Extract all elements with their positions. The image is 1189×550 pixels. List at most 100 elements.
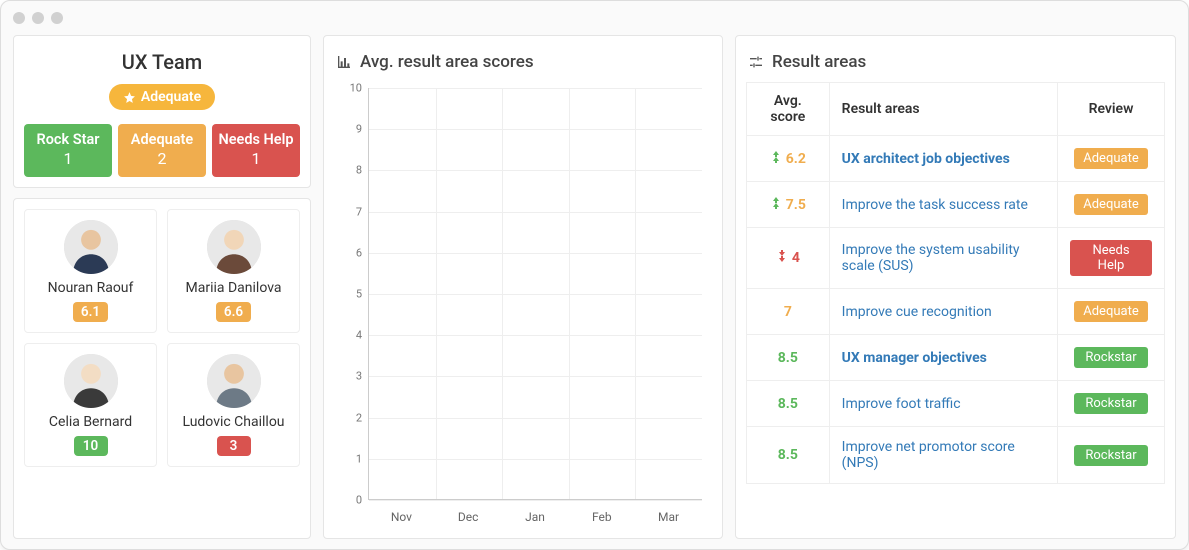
stat-label: Rock Star [28, 131, 108, 149]
review-badge: Rockstar [1074, 393, 1148, 414]
chart-area: NovDecJanFebMar 012345678910 [334, 82, 712, 528]
chart-y-tick: 5 [334, 288, 362, 301]
person-card[interactable]: Mariia Danilova 6.6 [167, 209, 300, 333]
review-badge: Needs Help [1070, 240, 1152, 276]
cell-avg-score: 8.5 [747, 427, 830, 484]
review-badge: Adequate [1074, 301, 1148, 322]
person-card[interactable]: Ludovic Chaillou3 [167, 343, 300, 467]
stat-box[interactable]: Adequate2 [118, 124, 206, 177]
team-status-label: Adequate [141, 89, 201, 105]
cell-result-area: Improve cue recognition [829, 289, 1057, 335]
cell-result-area: Improve foot traffic [829, 381, 1057, 427]
chart-y-tick: 3 [334, 370, 362, 383]
person-name: Ludovic Chaillou [182, 414, 284, 430]
middle-column: Avg. result area scores NovDecJanFebMar … [323, 35, 723, 539]
team-members-card: Nouran Raouf6.1 Mariia Danilova 6.6 Celia B… [13, 198, 311, 539]
window-control-close[interactable] [13, 12, 25, 24]
cell-review: Rockstar [1058, 335, 1165, 381]
chart-y-tick: 4 [334, 329, 362, 342]
result-area-link[interactable]: UX manager objectives [842, 350, 987, 366]
score-value: 4 [792, 250, 800, 266]
chart-bars [368, 88, 702, 500]
result-area-link[interactable]: Improve the task success rate [842, 197, 1028, 213]
stat-count: 1 [28, 149, 108, 169]
cell-review: Needs Help [1058, 228, 1165, 289]
avatar [64, 354, 118, 408]
left-column: UX Team Adequate Rock Star1Adequate2Need… [13, 35, 311, 539]
chart-y-tick: 2 [334, 411, 362, 424]
col-header-score[interactable]: Avg. score [747, 83, 830, 136]
result-area-link[interactable]: UX architect job objectives [842, 151, 1010, 167]
chart-x-tick: Dec [435, 510, 502, 524]
chart-x-tick: Mar [635, 510, 702, 524]
review-badge: Rockstar [1074, 445, 1148, 466]
avatar [64, 220, 118, 274]
team-summary-card: UX Team Adequate Rock Star1Adequate2Need… [13, 35, 311, 188]
score-value: 8.5 [778, 350, 798, 366]
result-area-link[interactable]: Improve foot traffic [842, 396, 961, 412]
trend-up-icon [770, 151, 782, 167]
team-members-grid: Nouran Raouf6.1 Mariia Danilova 6.6 Celia B… [24, 209, 300, 467]
col-header-review[interactable]: Review [1058, 83, 1165, 136]
score-value: 7 [784, 304, 792, 320]
chart-panel-title: Avg. result area scores [334, 46, 712, 82]
table-row: 7.5 Improve the task success rate Adequate [747, 182, 1165, 228]
cell-result-area: Improve the system usability scale (SUS) [829, 228, 1057, 289]
chart-title-text: Avg. result area scores [360, 52, 534, 72]
person-card[interactable]: Celia Bernard 10 [24, 343, 157, 467]
table-row: 7 Improve cue recognition Adequate [747, 289, 1165, 335]
person-score-badge: 6.6 [216, 302, 251, 322]
stat-box[interactable]: Rock Star1 [24, 124, 112, 177]
person-score-badge: 6.1 [73, 302, 108, 322]
review-badge: Rockstar [1074, 347, 1148, 368]
table-row: 4 Improve the system usability scale (SUS… [747, 228, 1165, 289]
chart-y-tick: 9 [334, 123, 362, 136]
chart-x-tick: Nov [368, 510, 435, 524]
person-score-badge: 10 [74, 436, 108, 456]
chart-x-labels: NovDecJanFebMar [368, 510, 702, 524]
window-control-minimize[interactable] [32, 12, 44, 24]
col-header-area[interactable]: Result areas [829, 83, 1057, 136]
result-areas-table-wrap: Avg. score Result areas Review 6.2 UX arc… [746, 82, 1165, 528]
cell-avg-score: 8.5 [747, 381, 830, 427]
table-header-row: Avg. score Result areas Review [747, 83, 1165, 136]
score-value: 8.5 [778, 447, 798, 463]
cell-result-area: Improve the task success rate [829, 182, 1057, 228]
cell-review: Rockstar [1058, 427, 1165, 484]
chart-y-tick: 6 [334, 246, 362, 259]
cell-result-area: Improve net promotor score (NPS) [829, 427, 1057, 484]
result-area-link[interactable]: Improve net promotor score (NPS) [842, 439, 1015, 471]
table-row: 6.2 UX architect job objectives Adequate [747, 136, 1165, 182]
chart-y-tick: 8 [334, 164, 362, 177]
result-area-link[interactable]: Improve cue recognition [842, 304, 992, 320]
person-name: Mariia Danilova [186, 280, 282, 296]
team-title: UX Team [24, 50, 300, 74]
score-value: 6.2 [786, 151, 806, 167]
person-name: Celia Bernard [49, 414, 132, 430]
trend-up-icon [770, 197, 782, 213]
result-area-link[interactable]: Improve the system usability scale (SUS) [842, 242, 1020, 274]
cell-avg-score: 6.2 [747, 136, 830, 182]
stat-box[interactable]: Needs Help1 [212, 124, 300, 177]
app-window: UX Team Adequate Rock Star1Adequate2Need… [0, 0, 1189, 550]
team-stats-row: Rock Star1Adequate2Needs Help1 [24, 124, 300, 177]
cell-avg-score: 7.5 [747, 182, 830, 228]
result-areas-table: Avg. score Result areas Review 6.2 UX arc… [746, 82, 1165, 484]
table-row: 8.5 UX manager objectives Rockstar [747, 335, 1165, 381]
score-value: 7.5 [786, 197, 806, 213]
cell-review: Adequate [1058, 182, 1165, 228]
window-control-maximize[interactable] [51, 12, 63, 24]
stat-count: 1 [216, 149, 296, 169]
review-badge: Adequate [1074, 194, 1148, 215]
team-status-pill: Adequate [109, 84, 215, 110]
cell-avg-score: 7 [747, 289, 830, 335]
right-column: Result areas Avg. score Result areas Rev… [735, 35, 1176, 539]
cell-avg-score: 4 [747, 228, 830, 289]
sliders-icon [748, 54, 764, 70]
stat-label: Needs Help [216, 131, 296, 149]
cell-review: Adequate [1058, 289, 1165, 335]
person-card[interactable]: Nouran Raouf6.1 [24, 209, 157, 333]
result-areas-panel-title: Result areas [746, 46, 1165, 82]
review-badge: Adequate [1074, 148, 1148, 169]
stat-count: 2 [122, 149, 202, 169]
